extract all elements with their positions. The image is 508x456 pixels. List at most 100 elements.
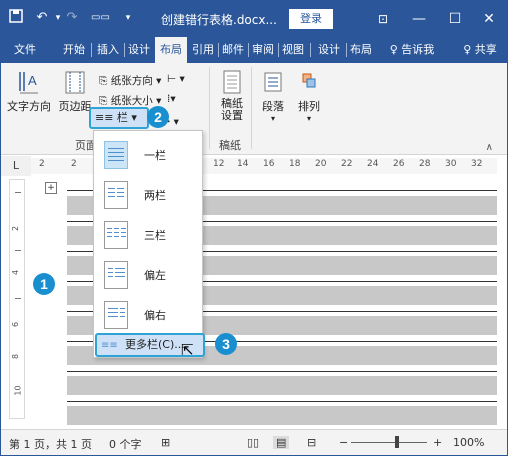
zoom-slider-thumb[interactable] [395,436,399,448]
size-label: 纸张大小 ▾ [110,95,162,107]
page-count[interactable]: 第 1 页，共 1 页 [9,436,92,452]
tab-tell-me[interactable]: ♀ 告诉我 [381,37,443,63]
ruler-number: 24 [367,159,379,169]
web-layout-icon[interactable]: ⊟ [307,436,316,449]
ruler-number: 20 [315,159,327,169]
status-bar: 第 1 页，共 1 页 0 个字 ⊞ ▯▯ ▤ ⊟ − + 100% [1,429,507,455]
close-button[interactable]: ✕ [471,1,507,37]
paragraph-dropdown-icon: ▾ [270,114,275,123]
tab-share[interactable]: ♀ 共享 [455,37,505,63]
ruler-tick [15,298,21,299]
maximize-button[interactable]: ☐ [437,1,473,37]
table-move-handle-icon[interactable]: + [45,182,57,194]
tab-table-layout[interactable]: 布局 [347,37,375,63]
two-columns-icon [104,181,128,209]
tab-mailings[interactable]: 邮件 [219,37,247,63]
collapse-ribbon-icon[interactable]: ∧ [486,142,493,153]
ruler-number: 32 [471,159,483,169]
arrange-button[interactable]: 排列 ▾ [291,69,327,123]
right-column-icon [104,301,128,329]
ribbon-tabs: 文件 开始 插入 设计 布局 引用 邮件 审阅 视图 设计 布局 ♀ 告诉我 ♀… [1,37,507,63]
redo-icon[interactable]: ↷ [63,9,81,27]
breaks-button[interactable]: ⊢ ▾ [167,73,185,85]
ruler-number: 30 [445,159,457,169]
columns-option-right[interactable]: 偏右 [94,295,202,335]
document-title: 创建错行表格.docx... [161,13,277,27]
zoom-out-button[interactable]: − [339,436,348,449]
left-column-icon [104,261,128,289]
margins-icon [62,69,88,95]
svg-text:A: A [28,73,37,88]
read-mode-icon[interactable]: ▯▯ [247,436,259,449]
zoom-in-button[interactable]: + [433,436,442,449]
columns-dropdown: 一栏 两栏 三栏 偏左 偏右 [93,130,203,358]
paragraph-button[interactable]: 段落 ▾ [255,69,291,123]
tab-selector[interactable]: L [1,156,31,176]
word-count[interactable]: 0 个字 [109,436,142,452]
size-icon: ⎘ [99,95,108,107]
orientation-icon: ⎘ [99,75,108,87]
ruler-number: 14 [237,159,249,169]
columns-button[interactable]: ≡≡ 栏 ▾ [89,107,149,129]
ruler-number: 4 [11,269,21,276]
table-row[interactable] [67,376,497,395]
customize-toolbar-icon[interactable]: ▾ [119,9,137,27]
ruler-number: 18 [289,159,301,169]
table-row[interactable] [67,406,497,425]
line-numbers-button[interactable]: ⁞▾ [167,93,176,105]
columns-option-label: 一栏 [144,149,166,162]
three-columns-icon [104,221,128,249]
columns-option-left[interactable]: 偏左 [94,255,202,295]
title-bar: ↶ ▾ ↷ ▭▭ ▾ 创建错行表格.docx... 登录 ⊡ — ☐ ✕ [1,1,507,37]
columns-option-label: 偏左 [144,269,166,282]
save-icon[interactable] [7,9,25,27]
tab-table-design[interactable]: 设计 [315,37,343,63]
text-direction-label: 文字方向 [7,100,51,113]
columns-option-three[interactable]: 三栏 [94,215,202,255]
size-button[interactable]: ⎘ 纸张大小 ▾ [99,93,161,108]
zoom-level[interactable]: 100% [453,436,484,449]
vertical-ruler[interactable]: 2 4 6 8 10 [9,179,25,419]
columns-option-label: 偏右 [144,309,166,322]
columns-option-one[interactable]: 一栏 [94,135,202,175]
ribbon: A 文字方向 页边距 ⎘ 纸张方向 ▾ ⊢ ▾ ⎘ 纸张大小 ▾ ⁞▾ ꞏ ▾ … [1,63,507,155]
draft-settings-label: 稿纸 设置 [221,97,243,122]
table-border [67,371,497,372]
tab-separator [310,43,311,57]
ruler-number: 2 [11,225,21,232]
tab-insert[interactable]: 插入 [93,37,123,63]
draft-group-label: 稿纸 [219,139,241,152]
zoom-slider[interactable] [351,442,427,443]
tab-design[interactable]: 设计 [125,37,153,63]
ruler-number: 22 [341,159,353,169]
ruler-tick [15,192,21,193]
tab-view[interactable]: 视图 [279,37,307,63]
text-direction-button[interactable]: A 文字方向 [7,69,51,114]
text-direction-icon: A [16,69,42,95]
ruler-number: 26 [393,159,405,169]
quick-access-icon[interactable]: ▭▭ [91,9,110,27]
orientation-label: 纸张方向 ▾ [110,75,162,87]
columns-option-two[interactable]: 两栏 [94,175,202,215]
tab-file[interactable]: 文件 [9,37,41,63]
ruler-number: 16 [263,159,275,169]
ruler-number: 12 [213,159,225,169]
draft-settings-button[interactable]: 稿纸 设置 [215,69,249,122]
mouse-cursor-icon: ⇱ [181,341,194,359]
arrange-icon [296,69,322,95]
paragraph-icon [260,69,286,95]
ruler-number: 6 [11,321,21,328]
proofing-icon[interactable]: ⊞ [161,436,170,449]
tab-review[interactable]: 审阅 [249,37,277,63]
step-badge-3: 3 [215,333,237,355]
tab-layout[interactable]: 布局 [155,37,187,63]
tab-references[interactable]: 引用 [189,37,217,63]
one-column-icon [104,141,128,169]
login-button[interactable]: 登录 [289,9,333,29]
orientation-button[interactable]: ⎘ 纸张方向 ▾ [99,73,161,88]
tab-home[interactable]: 开始 [59,37,89,63]
ruler-number: 10 [13,385,23,396]
minimize-button[interactable]: — [401,1,437,37]
print-layout-icon[interactable]: ▤ [273,436,290,449]
ribbon-display-icon[interactable]: ⊡ [365,1,401,37]
